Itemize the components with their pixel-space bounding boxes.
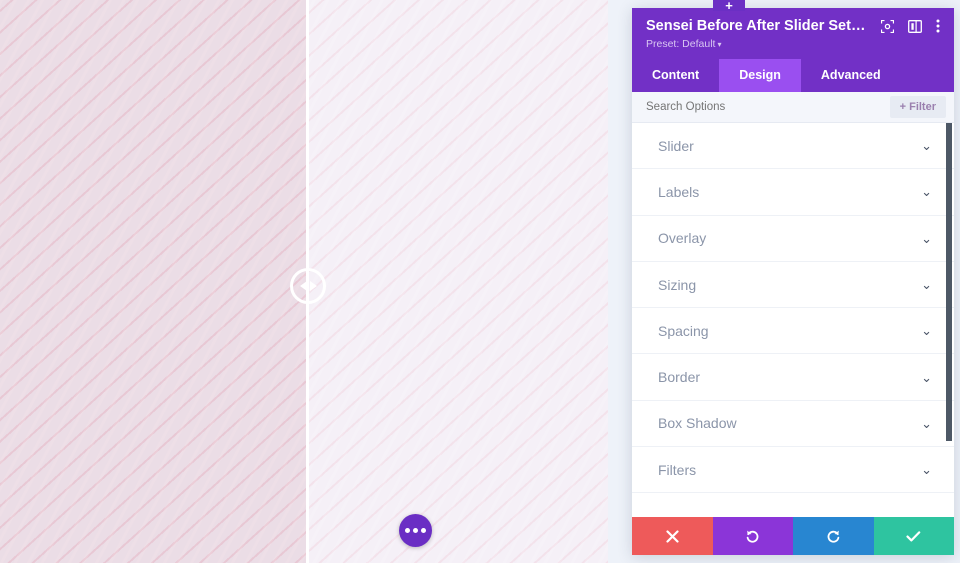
section-slider[interactable]: Slider ⌄ — [632, 123, 954, 170]
before-image-pane — [0, 0, 307, 563]
more-options-icon[interactable] — [936, 19, 940, 33]
preset-label: Preset: Default — [646, 38, 716, 50]
section-label: Labels — [658, 183, 700, 200]
tab-design[interactable]: Design — [719, 59, 801, 92]
panel-title: Sensei Before After Slider Set… — [646, 18, 866, 34]
section-labels[interactable]: Labels ⌄ — [632, 169, 954, 216]
panel-header-icons — [871, 19, 940, 33]
expand-icon[interactable] — [881, 19, 894, 33]
module-options-fab-button[interactable] — [399, 514, 432, 547]
before-after-image-preview[interactable] — [0, 0, 608, 563]
section-filters[interactable]: Filters ⌄ — [632, 447, 954, 494]
chevron-down-icon: ⌄ — [921, 230, 932, 246]
section-label: Sizing — [658, 276, 697, 293]
chevron-down-icon: ⌄ — [921, 415, 932, 431]
section-label: Border — [658, 369, 701, 386]
preset-selector[interactable]: Preset: Default ▾ — [646, 38, 940, 50]
after-image-pane — [307, 0, 608, 563]
panel-header: Sensei Before After Slider Set… Preset: … — [632, 8, 954, 59]
add-module-tab-button[interactable]: + — [713, 0, 745, 12]
chevron-down-icon: ⌄ — [921, 138, 932, 154]
after-tone-overlay — [307, 0, 608, 563]
chevron-down-icon: ▾ — [717, 40, 722, 49]
tab-advanced[interactable]: Advanced — [800, 59, 901, 92]
slider-drag-handle[interactable] — [290, 268, 326, 304]
panel-tabs: Content Design Advanced — [632, 59, 954, 92]
settings-scrollbar[interactable] — [946, 123, 952, 441]
arrow-right-icon — [309, 281, 317, 291]
section-spacing[interactable]: Spacing ⌄ — [632, 308, 954, 355]
chevron-down-icon: ⌄ — [921, 462, 932, 478]
ellipsis-icon-dot — [421, 528, 426, 533]
add-filter-button[interactable]: + Filter — [889, 96, 946, 118]
section-overlay[interactable]: Overlay ⌄ — [632, 215, 954, 262]
search-options-input[interactable] — [646, 101, 890, 113]
section-sizing[interactable]: Sizing ⌄ — [632, 261, 954, 309]
chevron-down-icon: ⌄ — [921, 323, 932, 339]
ellipsis-icon-dot — [405, 528, 410, 533]
section-border[interactable]: Border ⌄ — [632, 354, 954, 401]
section-label: Overlay — [658, 230, 707, 247]
screen: + Sensei Before After Slider Set… Preset… — [0, 0, 960, 563]
section-label: Box Shadow — [658, 415, 737, 432]
section-partial-next[interactable] — [632, 493, 954, 517]
panel-action-bar — [632, 517, 954, 555]
chevron-down-icon: ⌄ — [921, 369, 932, 385]
module-settings-panel: Sensei Before After Slider Set… Preset: … — [632, 8, 954, 555]
layout-columns-icon[interactable] — [908, 19, 922, 33]
before-tone-overlay — [0, 0, 307, 563]
section-label: Spacing — [658, 322, 709, 339]
section-label: Slider — [658, 137, 694, 154]
chevron-down-icon: ⌄ — [921, 184, 932, 200]
search-bar: + Filter — [632, 92, 954, 123]
ellipsis-icon-dot — [413, 528, 418, 533]
settings-sections-scroll-area: Slider ⌄ Labels ⌄ Overlay ⌄ Sizing ⌄ Spa… — [632, 123, 954, 517]
save-button[interactable] — [873, 517, 954, 555]
chevron-down-icon: ⌄ — [921, 277, 932, 293]
section-box-shadow[interactable]: Box Shadow ⌄ — [632, 400, 954, 448]
arrow-left-icon — [299, 281, 307, 291]
tab-content[interactable]: Content — [632, 59, 720, 92]
section-label: Filters — [658, 461, 697, 478]
redo-button[interactable] — [793, 517, 874, 555]
cancel-button[interactable] — [632, 517, 713, 555]
undo-button[interactable] — [712, 517, 793, 555]
